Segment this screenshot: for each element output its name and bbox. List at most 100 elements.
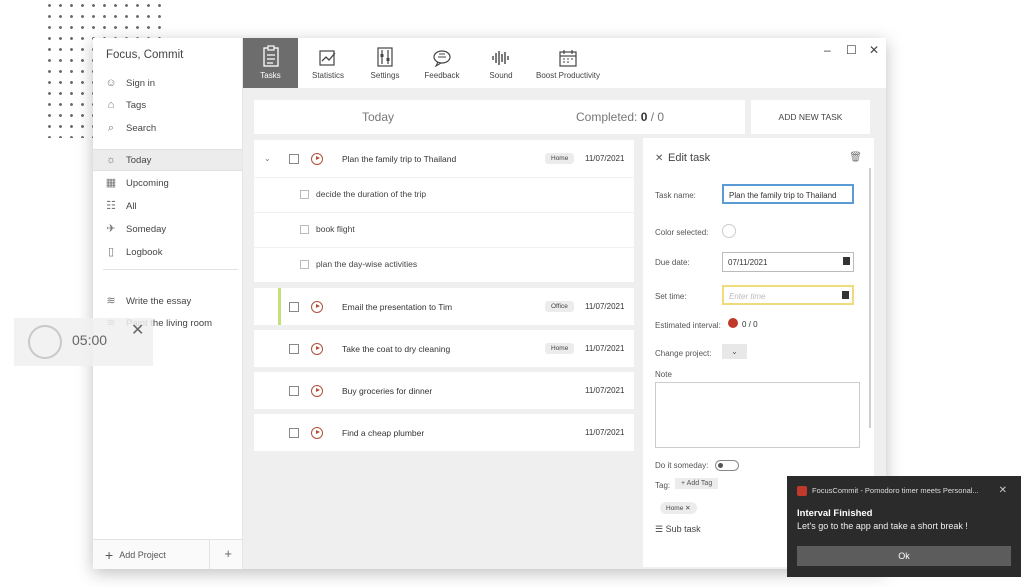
set-time-input[interactable]: Enter time (722, 285, 854, 305)
trash-icon[interactable]: 🗑 (849, 152, 862, 163)
tab-tasks[interactable]: Tasks (243, 38, 298, 88)
feedback-icon (433, 50, 451, 67)
view-title: Today (362, 110, 395, 124)
play-icon[interactable] (311, 342, 323, 355)
task-row[interactable]: Buy groceries for dinner 11/07/2021 (254, 372, 634, 409)
estimated-interval-label: Estimated interval: (655, 321, 721, 330)
timer-ring (28, 325, 62, 359)
minimize-button[interactable]: – (824, 43, 831, 57)
search-label: Search (126, 122, 157, 134)
someday-toggle[interactable] (715, 460, 739, 471)
add-new-task-button[interactable]: ADD NEW TASK (751, 100, 870, 134)
sidebar-item-label: Upcoming (126, 177, 169, 189)
sidebar-item-label: Someday (126, 223, 167, 235)
sidebar-item-all[interactable]: ☷ All (104, 196, 137, 216)
due-date-input[interactable]: 07/11/2021 (722, 252, 854, 272)
book-icon: ▯ (107, 246, 115, 258)
close-toast-icon[interactable]: ✕ (999, 485, 1007, 496)
play-icon[interactable] (311, 426, 323, 439)
task-row[interactable]: Email the presentation to Tim Office 11/… (254, 288, 634, 325)
tab-feedback[interactable]: Feedback (418, 38, 466, 88)
close-timer-icon[interactable]: ✕ (131, 320, 144, 340)
sidebar-divider (103, 269, 238, 270)
tag-chip[interactable]: Home ✕ (660, 502, 697, 514)
tab-sound[interactable]: Sound (477, 38, 525, 88)
app-window: Focus, Commit ☺ Sign in ⌂ Tags ⌕ Search ☼ To… (93, 38, 886, 569)
task-row[interactable]: Take the coat to dry cleaning Home 11/07… (254, 330, 634, 367)
remove-tag-icon[interactable]: ✕ (685, 505, 690, 512)
subtask-checkbox[interactable] (300, 225, 309, 234)
tab-label: Sound (489, 71, 513, 80)
tags-item[interactable]: ⌂ Tags (104, 95, 146, 115)
plus-icon: + (105, 546, 114, 563)
color-picker[interactable] (722, 224, 736, 238)
play-icon[interactable] (311, 300, 323, 313)
calendar-icon (559, 50, 577, 67)
app-logo-icon (797, 486, 807, 496)
task-checkbox[interactable] (289, 427, 299, 438)
subtask-button[interactable]: ☰ Sub task (655, 524, 701, 535)
play-icon[interactable] (311, 384, 323, 397)
project-label: Write the essay (126, 295, 192, 307)
tab-settings[interactable]: Settings (361, 38, 409, 88)
sidebar-item-label: Today (126, 154, 152, 166)
project-dropdown[interactable]: ⌄ (722, 344, 747, 359)
sidebar-item-label: All (126, 200, 137, 212)
task-checkbox[interactable] (289, 301, 299, 312)
task-name-input[interactable]: Plan the family trip to Thailand (722, 184, 854, 204)
set-time-label: Set time: (655, 292, 687, 301)
sidebar-item-logbook[interactable]: ▯ Logbook (104, 242, 162, 262)
task-checkbox[interactable] (289, 153, 299, 164)
close-icon[interactable]: ✕ (655, 153, 663, 164)
maximize-button[interactable]: ☐ (846, 43, 857, 57)
scrollbar[interactable] (869, 168, 871, 428)
statistics-icon (319, 50, 336, 66)
task-card: ⌄ Plan the family trip to Thailand Home … (254, 140, 634, 282)
stack-icon: ☷ (106, 200, 116, 212)
sidebar-item-today[interactable]: ☼ Today (93, 149, 242, 171)
search-icon: ⌕ (107, 122, 115, 134)
calendar-icon[interactable] (843, 257, 850, 265)
subtask-row[interactable]: book flight (254, 212, 634, 247)
add-subproject-icon[interactable]: + (224, 546, 232, 561)
subtask-checkbox[interactable] (300, 260, 309, 269)
project-item[interactable]: ≋ Write the essay (104, 291, 191, 311)
task-checkbox[interactable] (289, 385, 299, 396)
tab-boost-productivity[interactable]: Boost Productivity (532, 38, 604, 88)
ok-button[interactable]: Ok (797, 546, 1011, 566)
task-tag: Office (545, 301, 574, 312)
sidebar-item-someday[interactable]: ✈ Someday (104, 219, 166, 239)
task-row[interactable]: Find a cheap plumber 11/07/2021 (254, 414, 634, 451)
chevron-down-icon[interactable]: ⌄ (264, 154, 271, 163)
someday-label: Do it someday: (655, 461, 709, 470)
sign-in-label: Sign in (126, 77, 156, 89)
add-tag-button[interactable]: + Add Tag (675, 478, 719, 489)
pomodoro-timer-widget[interactable]: 05:00 ✕ (14, 318, 153, 366)
task-checkbox[interactable] (289, 343, 299, 354)
completed-label: Completed: (576, 110, 638, 124)
task-tag: Home (545, 343, 575, 354)
interval-value: 0 / 0 (742, 320, 758, 329)
tab-statistics[interactable]: Statistics (304, 38, 352, 88)
task-card: Email the presentation to Tim Office 11/… (254, 288, 634, 325)
layers-icon: ≋ (106, 295, 116, 307)
subtask-row[interactable]: decide the duration of the trip (254, 177, 634, 212)
subtask-name: plan the day-wise activities (316, 259, 418, 269)
sign-in-item[interactable]: ☺ Sign in (104, 73, 155, 93)
subtask-row[interactable]: plan the day-wise activities (254, 247, 634, 282)
close-window-button[interactable]: ✕ (869, 43, 879, 57)
play-icon[interactable] (311, 152, 323, 165)
change-project-label: Change project: (655, 349, 712, 358)
add-project-button[interactable]: Add Project (119, 550, 166, 560)
subtask-checkbox[interactable] (300, 190, 309, 199)
clock-icon[interactable] (842, 291, 849, 299)
tomato-icon (728, 318, 738, 328)
subtask-name: book flight (316, 224, 355, 234)
note-textarea[interactable] (655, 382, 860, 448)
sidebar-item-upcoming[interactable]: ▦ Upcoming (104, 173, 169, 193)
search-item[interactable]: ⌕ Search (104, 118, 156, 138)
task-row[interactable]: ⌄ Plan the family trip to Thailand Home … (254, 140, 634, 177)
completed-done: 0 (640, 110, 648, 124)
settings-icon (377, 47, 393, 67)
tag-label: Tag: (655, 481, 671, 490)
